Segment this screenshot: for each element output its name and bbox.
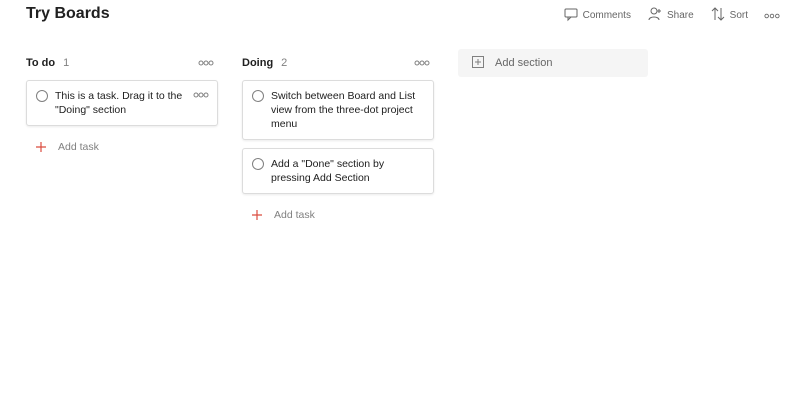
- more-icon[interactable]: [764, 8, 782, 24]
- task-text: Add a "Done" section by pressing Add Sec…: [271, 158, 385, 184]
- column-header: To do 1: [26, 56, 218, 70]
- comments-label: Comments: [582, 10, 631, 21]
- column-count: 2: [281, 57, 288, 69]
- comments-button[interactable]: Comments: [563, 6, 631, 25]
- share-label: Share: [666, 10, 694, 21]
- add-section-label: Add section: [495, 57, 553, 69]
- add-section-button[interactable]: Add section: [458, 49, 648, 77]
- add-task-label: Add task: [274, 209, 315, 221]
- comment-icon: [563, 6, 579, 25]
- task-card[interactable]: Switch between Board and List view from …: [242, 80, 434, 140]
- task-card[interactable]: This is a task. Drag it to the "Doing" s…: [26, 80, 218, 126]
- share-button[interactable]: Share: [647, 6, 694, 25]
- task-checkbox-icon[interactable]: [252, 90, 264, 102]
- page-title: Try Boards: [26, 5, 110, 22]
- add-section-icon: [471, 55, 485, 72]
- plus-icon: [34, 140, 48, 154]
- more-icon[interactable]: [193, 90, 209, 100]
- column-title: Doing: [242, 57, 274, 69]
- task-card[interactable]: Add a "Done" section by pressing Add Sec…: [242, 148, 434, 194]
- task-text: This is a task. Drag it to the "Doing" s…: [55, 90, 183, 116]
- task-checkbox-icon[interactable]: [252, 158, 264, 170]
- sort-button[interactable]: Sort: [710, 6, 748, 25]
- task-checkbox-icon[interactable]: [36, 90, 48, 102]
- add-task-button[interactable]: Add task: [242, 208, 434, 222]
- column-doing: Doing 2 Switch between Board and List vi…: [242, 56, 434, 222]
- share-icon: [647, 6, 663, 25]
- more-icon[interactable]: [198, 56, 214, 70]
- column-count: 1: [63, 57, 70, 69]
- add-task-button[interactable]: Add task: [26, 140, 218, 154]
- plus-icon: [250, 208, 264, 222]
- toolbar: Comments Share Sort: [563, 6, 782, 25]
- add-task-label: Add task: [58, 141, 99, 153]
- task-text: Switch between Board and List view from …: [271, 90, 416, 130]
- more-icon[interactable]: [414, 56, 430, 70]
- column-todo: To do 1 This is a task. Drag it to the "…: [26, 56, 218, 154]
- sort-icon: [710, 6, 726, 25]
- column-header: Doing 2: [242, 56, 434, 70]
- column-title: To do: [26, 57, 56, 69]
- sort-label: Sort: [729, 10, 748, 21]
